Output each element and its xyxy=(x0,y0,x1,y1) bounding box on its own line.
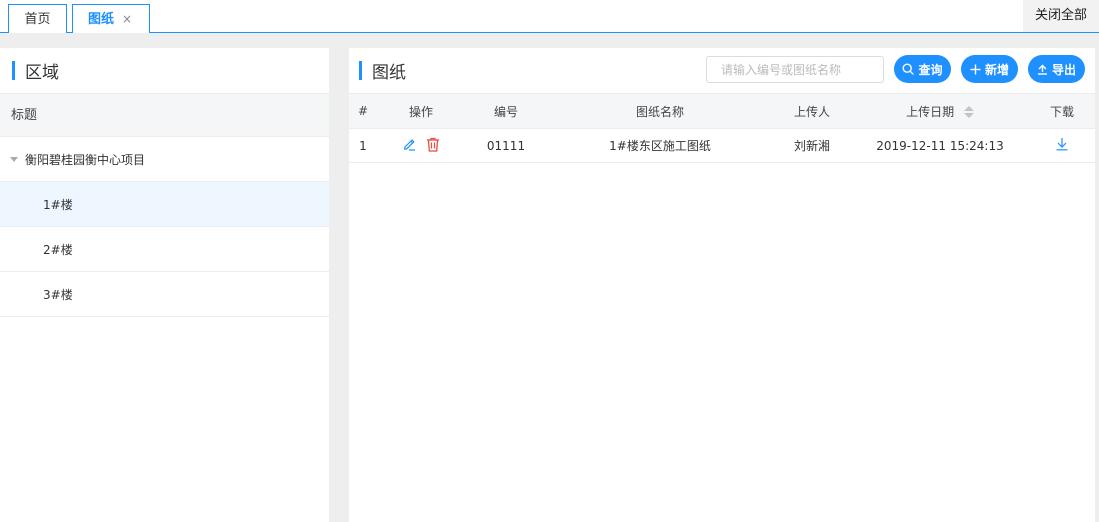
cell-code: 01111 xyxy=(465,128,547,163)
table-row: 1 01111 1#楼东区施工图纸 刘新湘 2019-12-11 15:24:1… xyxy=(349,128,1095,163)
area-panel-title: 区域 xyxy=(25,63,59,83)
tree-item-label: 1#楼 xyxy=(43,197,73,212)
query-button-label: 查询 xyxy=(918,62,943,77)
caret-down-icon[interactable] xyxy=(10,156,18,162)
tab-home[interactable]: 首页 xyxy=(8,4,67,33)
tree-item-label: 衡阳碧桂园衡中心项目 xyxy=(25,152,146,167)
tab-bar: 首页 图纸 × 关闭全部 xyxy=(0,0,1099,33)
sort-icon[interactable] xyxy=(963,106,974,118)
column-header-name: 图纸名称 xyxy=(547,93,773,129)
cell-download xyxy=(1029,128,1095,163)
search-icon xyxy=(902,63,915,75)
drawing-panel-header: 图纸 查询 新增 导出 xyxy=(349,48,1095,93)
add-button[interactable]: 新增 xyxy=(961,55,1018,83)
edit-icon[interactable] xyxy=(402,137,416,154)
column-header-index: # xyxy=(349,93,377,129)
cell-uploader: 刘新湘 xyxy=(773,128,851,163)
tree-item-project[interactable]: 衡阳碧桂园衡中心项目 xyxy=(0,137,329,182)
tree-item-building-1[interactable]: 1#楼 xyxy=(0,182,329,227)
drawing-table: # 操作 编号 图纸名称 上传人 上传日期 下载 1 01111 1#楼东区施工… xyxy=(349,93,1095,163)
cell-index: 1 xyxy=(349,128,377,163)
drawing-panel-title: 图纸 xyxy=(372,63,406,83)
column-header-actions: 操作 xyxy=(377,93,465,129)
column-header-uploader: 上传人 xyxy=(773,93,851,129)
plus-icon xyxy=(970,64,981,75)
tab-drawing[interactable]: 图纸 × xyxy=(72,4,150,33)
tree-item-building-3[interactable]: 3#楼 xyxy=(0,272,329,317)
close-icon[interactable]: × xyxy=(122,6,132,33)
tab-drawing-label: 图纸 xyxy=(88,11,115,27)
drawing-panel: 图纸 查询 新增 导出 # 操作 xyxy=(349,48,1095,522)
add-button-label: 新增 xyxy=(984,62,1009,77)
tree-item-label: 3#楼 xyxy=(43,287,73,302)
search-input[interactable] xyxy=(706,56,884,83)
area-panel: 区域 标题 衡阳碧桂园衡中心项目 1#楼 2#楼 3#楼 xyxy=(0,48,329,522)
title-accent-bar xyxy=(359,61,362,80)
query-button[interactable]: 查询 xyxy=(894,55,951,83)
title-accent-bar xyxy=(12,61,15,80)
upload-icon xyxy=(1037,64,1048,75)
column-header-upload-date[interactable]: 上传日期 xyxy=(851,93,1029,129)
cell-actions xyxy=(377,128,465,163)
close-all-button[interactable]: 关闭全部 xyxy=(1023,0,1099,32)
column-header-download: 下载 xyxy=(1029,93,1095,129)
cell-name: 1#楼东区施工图纸 xyxy=(547,128,773,163)
table-header-row: # 操作 编号 图纸名称 上传人 上传日期 下载 xyxy=(349,93,1095,129)
column-header-upload-date-label: 上传日期 xyxy=(906,104,955,119)
tree-header: 标题 xyxy=(0,93,329,137)
export-button-label: 导出 xyxy=(1051,62,1076,77)
tab-home-label: 首页 xyxy=(24,11,51,27)
cell-upload-date: 2019-12-11 15:24:13 xyxy=(851,128,1029,163)
tree-item-label: 2#楼 xyxy=(43,242,73,257)
column-header-code: 编号 xyxy=(465,93,547,129)
trash-icon[interactable] xyxy=(426,137,440,155)
export-button[interactable]: 导出 xyxy=(1028,55,1085,83)
download-icon[interactable] xyxy=(1055,138,1069,154)
tree-item-building-2[interactable]: 2#楼 xyxy=(0,227,329,272)
area-panel-header: 区域 xyxy=(0,48,329,93)
